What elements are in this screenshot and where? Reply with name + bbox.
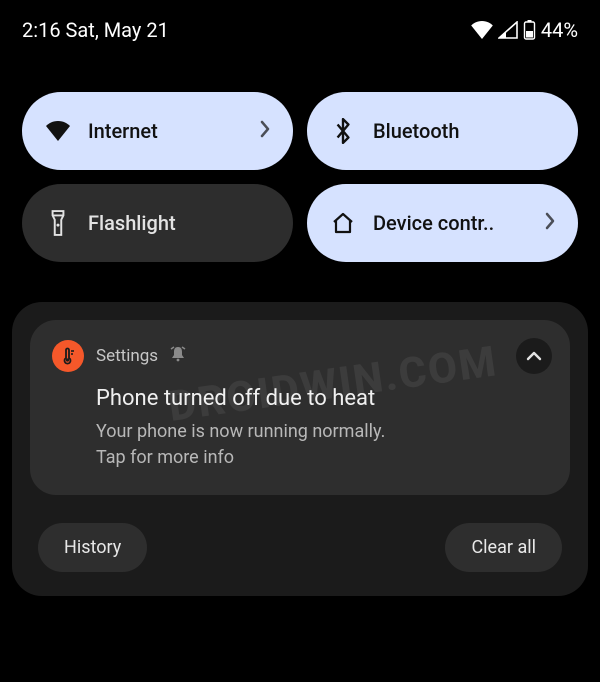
battery-percent: 44% — [541, 18, 578, 42]
chevron-right-icon — [544, 211, 556, 235]
bell-icon — [170, 346, 186, 366]
notification-card[interactable]: Settings Phone turned off due to heat Yo… — [30, 320, 570, 495]
qs-tile-device-controls[interactable]: Device contr.. — [307, 184, 578, 262]
clear-all-button[interactable]: Clear all — [445, 523, 562, 572]
battery-icon — [523, 20, 536, 40]
notification-text-line: Your phone is now running normally. — [96, 419, 548, 445]
wifi-icon — [471, 21, 493, 39]
shade-actions: History Clear all — [12, 495, 588, 572]
history-button[interactable]: History — [38, 523, 147, 572]
notification-shade: Settings Phone turned off due to heat Yo… — [12, 302, 588, 596]
notification-text-line: Tap for more info — [96, 445, 548, 471]
qs-tile-bluetooth[interactable]: Bluetooth — [307, 92, 578, 170]
qs-tile-label: Internet — [88, 119, 251, 143]
qs-tile-label: Flashlight — [88, 211, 271, 235]
qs-tile-internet[interactable]: Internet — [22, 92, 293, 170]
wifi-icon — [44, 121, 72, 141]
home-icon — [329, 212, 357, 234]
chevron-up-icon — [525, 347, 543, 366]
quick-settings-grid: Internet Bluetooth Flashlight Device con… — [0, 52, 600, 262]
status-icons: 44% — [471, 18, 578, 42]
qs-tile-flashlight[interactable]: Flashlight — [22, 184, 293, 262]
flashlight-icon — [44, 210, 72, 236]
qs-tile-label: Device contr.. — [373, 211, 536, 235]
bluetooth-icon — [329, 118, 357, 144]
notification-title: Phone turned off due to heat — [96, 386, 548, 411]
chevron-right-icon — [259, 119, 271, 143]
signal-icon — [498, 21, 518, 39]
status-time-date: 2:16 Sat, May 21 — [22, 18, 169, 42]
collapse-button[interactable] — [516, 338, 552, 374]
notification-header: Settings — [52, 340, 548, 372]
thermometer-icon — [52, 340, 84, 372]
notification-app-name: Settings — [96, 346, 158, 366]
qs-tile-label: Bluetooth — [373, 119, 556, 143]
notification-body: Phone turned off due to heat Your phone … — [52, 386, 548, 471]
status-bar: 2:16 Sat, May 21 44% — [0, 0, 600, 52]
